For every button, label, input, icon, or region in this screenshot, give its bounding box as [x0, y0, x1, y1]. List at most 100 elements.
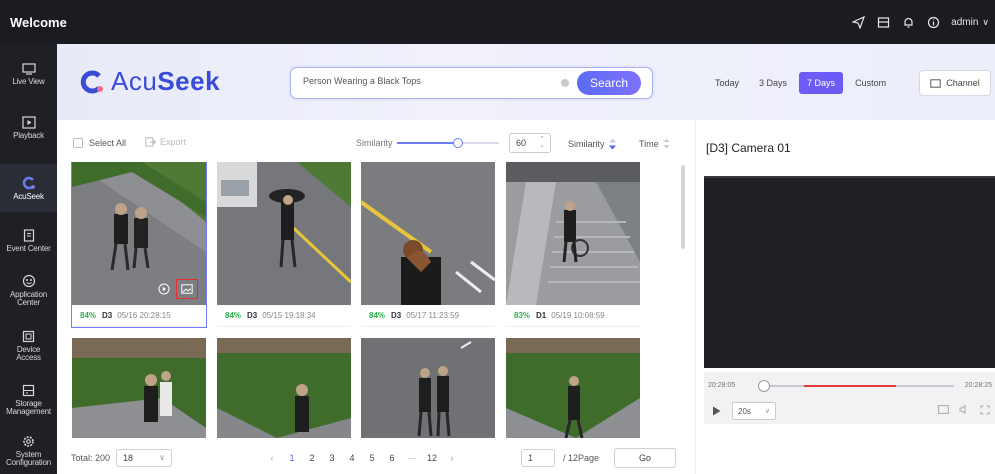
results-scrollbar[interactable]	[681, 165, 685, 249]
channel-button[interactable]: Channel	[919, 70, 991, 96]
volume-icon[interactable]	[959, 404, 970, 418]
result-thumbnail[interactable]	[72, 162, 206, 305]
result-card[interactable]	[506, 338, 640, 438]
next-page-icon[interactable]: ›	[442, 453, 462, 463]
thumbnail-actions	[156, 279, 198, 299]
fullscreen-icon[interactable]	[980, 405, 990, 418]
time-filter-custom[interactable]: Custom	[847, 72, 894, 94]
page-link[interactable]: 2	[302, 453, 322, 463]
results-toolbar: Select All Export Similarity 60 ⌃ ⌄ Simil…	[57, 120, 690, 162]
acuseek-icon	[22, 176, 35, 189]
playback-speed-select[interactable]: 20s ∨	[732, 402, 776, 420]
channel-icon	[930, 78, 941, 88]
device-icon	[22, 330, 35, 343]
result-card[interactable]	[217, 338, 351, 438]
timeline-end: 20:28:25	[964, 382, 992, 389]
page-title: Welcome	[10, 14, 67, 30]
go-button[interactable]: Go	[614, 448, 676, 468]
sidebar-item-label: System Configuration	[6, 450, 51, 467]
sidebar-item-playback[interactable]: Playback	[0, 104, 57, 152]
search-banner: AcuSeek Search Today 3 Days 7 Days Custo…	[57, 44, 995, 120]
sidebar-item-storage-management[interactable]: Storage Management	[0, 376, 57, 424]
page-link[interactable]: 1	[282, 453, 302, 463]
play-icon[interactable]	[710, 405, 722, 417]
acuseek-logo: AcuSeek	[79, 66, 220, 97]
page-link[interactable]: 12	[422, 453, 442, 463]
result-meta: 84% D3 05/17 11:23:59	[361, 305, 495, 327]
sidebar-item-acuseek[interactable]: AcuSeek	[0, 164, 57, 212]
snapshot-icon[interactable]	[938, 404, 949, 418]
camera-id: D3	[102, 311, 113, 320]
camera-id: D1	[536, 311, 547, 320]
prev-page-icon[interactable]: ‹	[262, 453, 282, 463]
sort-icon	[608, 138, 616, 150]
result-card[interactable]: 83% D1 05/19 10:08:59	[506, 162, 640, 327]
sort-by-time[interactable]: Time	[639, 138, 670, 149]
time-filter-group: Today 3 Days 7 Days Custom	[707, 72, 898, 94]
result-thumbnail[interactable]	[72, 338, 206, 438]
similarity-label: Similarity	[356, 138, 393, 148]
sidebar-item-device-access[interactable]: Device Access	[0, 322, 57, 370]
sidebar-item-label: Live View	[12, 76, 45, 86]
search-button[interactable]: Search	[577, 71, 641, 95]
app-center-icon	[22, 274, 35, 287]
page-link[interactable]: 6	[382, 453, 402, 463]
result-card[interactable]: 84% D3 05/16 20:28:15	[71, 162, 207, 328]
export-button[interactable]: Export	[145, 137, 186, 147]
player-controls: 20s ∨	[704, 398, 995, 424]
storage-icon	[22, 384, 35, 397]
result-card[interactable]: 84% D3 05/15 19:18:34	[217, 162, 351, 327]
capture-time: 05/19 10:08:59	[551, 311, 605, 320]
info-icon[interactable]	[926, 15, 940, 29]
result-thumbnail[interactable]	[361, 338, 495, 438]
user-menu[interactable]: admin ∨	[951, 17, 989, 28]
video-player[interactable]	[704, 176, 995, 368]
result-thumbnail[interactable]	[217, 162, 351, 305]
sidebar-item-label: Event Center	[6, 243, 51, 253]
send-icon[interactable]	[851, 15, 865, 29]
result-card[interactable]: 84% D3 05/17 11:23:59	[361, 162, 495, 327]
page-link[interactable]: 4	[342, 453, 362, 463]
page-link[interactable]: 5	[362, 453, 382, 463]
capture-time: 05/16 20:28:15	[117, 311, 171, 320]
select-all-label[interactable]: Select All	[89, 138, 126, 148]
page-jump-input[interactable]: 1	[521, 449, 555, 467]
time-filter-7-days[interactable]: 7 Days	[799, 72, 844, 94]
sidebar-item-system-configuration[interactable]: System Configuration	[0, 427, 57, 474]
result-thumbnail[interactable]	[506, 162, 640, 305]
result-card[interactable]	[72, 338, 206, 438]
sidebar-item-application-center[interactable]: Application Center	[0, 266, 57, 314]
result-card[interactable]	[361, 338, 495, 438]
timeline-start: 20:28:05	[708, 382, 736, 389]
select-all-checkbox[interactable]	[73, 138, 83, 148]
sidebar-item-live-view[interactable]: Live View	[0, 50, 57, 98]
sidebar-item-event-center[interactable]: Event Center	[0, 216, 57, 264]
time-filter-today[interactable]: Today	[707, 72, 747, 94]
sort-by-similarity[interactable]: Similarity	[568, 138, 617, 150]
time-filter-3-days[interactable]: 3 Days	[751, 72, 795, 94]
result-thumbnail[interactable]	[506, 338, 640, 438]
bell-icon[interactable]	[901, 15, 915, 29]
similarity-score: 83%	[514, 311, 531, 320]
page-link[interactable]: 3	[322, 453, 342, 463]
stepper-arrows-icon[interactable]: ⌃ ⌄	[539, 136, 545, 149]
page-size-select[interactable]: 18 ∨	[116, 448, 173, 467]
similarity-slider-fill	[397, 142, 459, 144]
similarity-stepper[interactable]: 60 ⌃ ⌄	[509, 133, 551, 153]
play-circle-icon[interactable]	[156, 281, 172, 297]
clear-icon[interactable]	[561, 79, 569, 87]
sort-icon	[663, 138, 670, 149]
download-icon[interactable]	[876, 15, 890, 29]
gear-icon	[23, 436, 34, 447]
similarity-slider[interactable]	[397, 138, 499, 148]
similarity-slider-handle[interactable]	[453, 138, 464, 148]
result-thumbnail[interactable]	[217, 338, 351, 438]
image-preview-icon[interactable]	[176, 279, 198, 299]
result-thumbnail[interactable]	[361, 162, 495, 305]
similarity-score: 84%	[225, 311, 242, 320]
page-ellipsis[interactable]: ···	[402, 453, 422, 463]
total-count: Total: 200	[71, 452, 111, 463]
timeline-handle[interactable]	[758, 380, 770, 392]
timeline-track[interactable]	[764, 385, 954, 387]
search-input[interactable]	[303, 76, 543, 86]
